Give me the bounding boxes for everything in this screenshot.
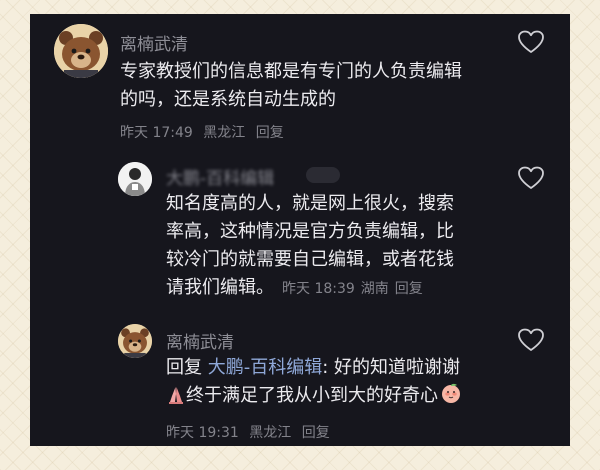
comment-meta: 昨天 18:39 湖南 回复 <box>282 281 429 297</box>
comment-meta: 昨天 19:31 黑龙江 回复 <box>166 422 336 442</box>
comment-time: 昨天 17:49 <box>120 125 193 141</box>
comment-line: 知名度高的人，就是网上很火，搜索 <box>166 193 454 214</box>
user-avatar[interactable] <box>118 324 152 358</box>
comment-username[interactable]: 大鹏-百科编辑 <box>166 164 274 189</box>
user-avatar[interactable] <box>118 162 152 196</box>
comment-panel: 离楠武清 专家教授们的信息都是有专门的人负责编辑 的吗，还是系统自动生成的 昨天… <box>30 14 570 446</box>
comment-line: 较冷门的就需要自己编辑，或者花钱 <box>166 249 454 270</box>
reply-button[interactable]: 回复 <box>395 281 423 297</box>
reply-button[interactable]: 回复 <box>256 125 284 141</box>
reply-prefix: 回复 <box>166 357 202 378</box>
comment-last-line: 请我们编辑。 昨天 18:39 湖南 回复 <box>166 274 526 303</box>
like-heart-icon[interactable] <box>518 328 544 352</box>
mention-link[interactable]: 大鹏-百科编辑 <box>208 357 323 378</box>
reply-button[interactable]: 回复 <box>302 425 330 441</box>
comment-location: 黑龙江 <box>249 425 292 441</box>
comment-line: 专家教授们的信息都是有专门的人负责编辑 <box>120 61 462 82</box>
comment-line: 终于满足了我从小到大的好奇心 <box>166 382 526 413</box>
comment-text: 知名度高的人，就是网上很火，搜索 率高，这种情况是官方负责编辑，比 较冷门的就需… <box>166 190 526 303</box>
comment-line: 率高，这种情况是官方负责编辑，比 <box>166 221 454 242</box>
comment-line: 的吗，还是系统自动生成的 <box>120 89 336 110</box>
comment-time: 昨天 19:31 <box>166 425 239 441</box>
comment-text: 专家教授们的信息都是有专门的人负责编辑 的吗，还是系统自动生成的 <box>120 58 520 114</box>
comment-username[interactable]: 离楠武清 <box>120 30 188 55</box>
user-avatar[interactable] <box>54 24 108 78</box>
comment-line: 回复 大鹏-百科编辑: 好的知道啦谢谢 <box>166 354 526 382</box>
comment-username[interactable]: 离楠武清 <box>166 328 234 353</box>
bear-avatar-icon <box>118 324 152 358</box>
peach-icon <box>440 382 462 413</box>
person-avatar-icon <box>118 162 152 196</box>
like-heart-icon[interactable] <box>518 30 544 54</box>
comment-line: 请我们编辑。 <box>166 277 274 298</box>
reply-text: : 好的知道啦谢谢 <box>322 357 461 378</box>
praying-hands-icon <box>166 384 186 413</box>
bear-avatar-icon <box>54 24 108 78</box>
comment-meta: 昨天 17:49 黑龙江 回复 <box>120 122 290 142</box>
comment-location: 湖南 <box>360 281 389 297</box>
comment-time: 昨天 18:39 <box>282 281 355 297</box>
comment-text: 回复 大鹏-百科编辑: 好的知道啦谢谢 终于满足了我从小到大的好奇心 <box>166 354 526 413</box>
reply-text: 终于满足了我从小到大的好奇心 <box>186 385 438 406</box>
author-badge <box>306 167 340 183</box>
comment-location: 黑龙江 <box>203 125 246 141</box>
like-heart-icon[interactable] <box>518 166 544 190</box>
